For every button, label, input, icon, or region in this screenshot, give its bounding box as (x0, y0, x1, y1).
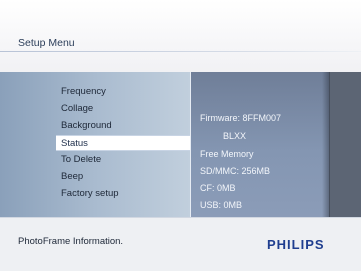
menu-item-to-delete[interactable]: To Delete (61, 152, 101, 168)
cf-memory: CF: 0MB (200, 183, 236, 193)
page-title: Setup Menu (18, 37, 75, 49)
free-memory-label: Free Memory (200, 149, 254, 159)
info-panel-shadow (322, 72, 330, 217)
header-divider (0, 51, 361, 52)
firmware-region: BLXX (223, 131, 247, 141)
menu-item-collage[interactable]: Collage (61, 101, 93, 117)
menu-item-background[interactable]: Background (61, 118, 112, 134)
menu-item-frequency[interactable]: Frequency (61, 84, 106, 100)
philips-logo: PHILIPS (267, 237, 325, 252)
status-description: PhotoFrame Information. (18, 236, 124, 247)
photoframe-screen: Setup Menu Frequency Collage Background … (0, 0, 361, 271)
usb-memory: USB: 0MB (200, 200, 243, 210)
menu-item-factory-setup[interactable]: Factory setup (61, 186, 119, 202)
sd-mmc-memory: SD/MMC: 256MB (200, 166, 271, 176)
info-panel (190, 72, 329, 217)
menu-item-beep[interactable]: Beep (61, 169, 83, 185)
header-bar: Setup Menu (0, 0, 361, 72)
firmware-version: Firmware: 8FFM007 (200, 113, 282, 123)
next-level-panel (330, 72, 361, 217)
menu-item-status[interactable]: Status (56, 135, 190, 151)
